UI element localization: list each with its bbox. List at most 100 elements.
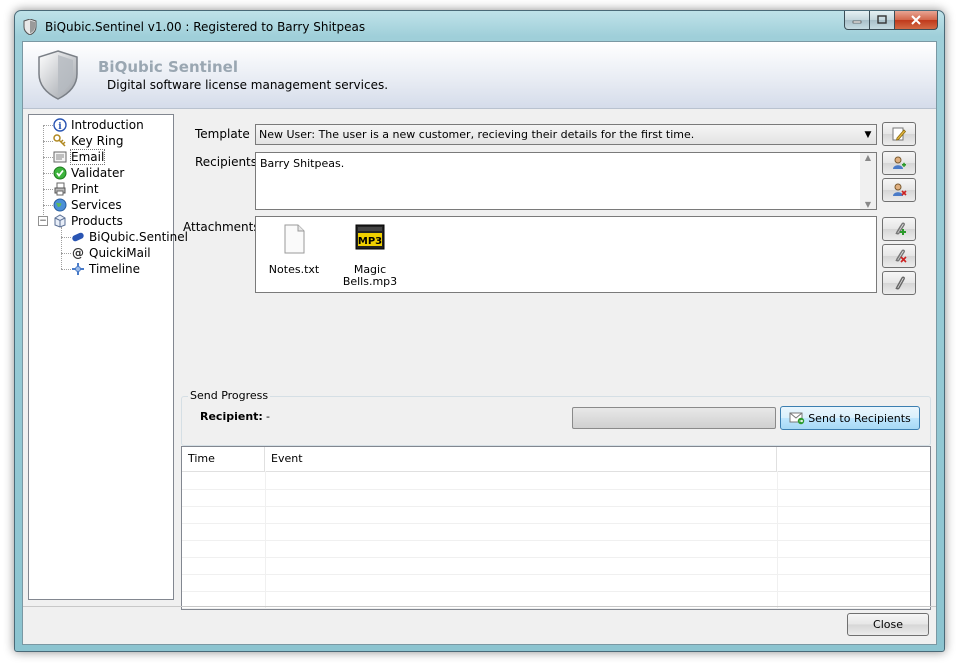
svg-text:i: i bbox=[58, 122, 62, 132]
open-attachment-button[interactable] bbox=[882, 271, 916, 295]
timeline-icon bbox=[70, 261, 86, 277]
remove-recipient-button[interactable] bbox=[882, 178, 916, 202]
tree-item-print[interactable]: Print bbox=[52, 181, 99, 197]
footer-divider bbox=[23, 606, 936, 607]
tree-item-label: Products bbox=[71, 214, 123, 228]
send-progress-bar bbox=[572, 407, 776, 429]
attachment-name: Magic Bells.mp3 bbox=[342, 263, 398, 288]
text-file-icon bbox=[284, 224, 305, 254]
table-row bbox=[182, 523, 930, 541]
tree-item-biqubic-sentinel[interactable]: BiQubic.Sentinel bbox=[70, 229, 188, 245]
tree-item-key-ring[interactable]: Key Ring bbox=[52, 133, 123, 149]
chevron-down-icon[interactable]: ▼ bbox=[860, 130, 876, 140]
send-to-recipients-button[interactable]: Send to Recipients bbox=[780, 406, 920, 430]
add-attachment-button[interactable] bbox=[882, 217, 916, 241]
banner-title: BiQubic Sentinel bbox=[98, 58, 238, 76]
minimize-icon bbox=[852, 20, 862, 24]
app-window: BiQubic.Sentinel v1.00 : Registered to B… bbox=[14, 10, 945, 652]
recipients-label: Recipients bbox=[195, 155, 258, 169]
tree-item-introduction[interactable]: i Introduction bbox=[52, 117, 144, 133]
tree-item-label: Email bbox=[69, 149, 106, 165]
edit-template-button[interactable] bbox=[882, 122, 916, 146]
add-attachment-icon bbox=[895, 222, 906, 235]
scroll-down-icon[interactable]: ▼ bbox=[865, 200, 871, 209]
template-dropdown[interactable]: New User: The user is a new customer, re… bbox=[255, 124, 877, 145]
remove-attachment-button[interactable] bbox=[882, 244, 916, 268]
send-progress-legend: Send Progress bbox=[188, 389, 271, 402]
tree-item-label: Print bbox=[71, 182, 99, 196]
recipient-value: - bbox=[266, 410, 270, 423]
mp3-file-icon: MP3 bbox=[355, 224, 385, 250]
template-label: Template bbox=[195, 127, 250, 141]
tree-item-label: Services bbox=[71, 198, 122, 212]
recipients-scrollbar[interactable]: ▲ ▼ bbox=[860, 153, 876, 209]
recipient-label: Recipient: bbox=[200, 410, 263, 423]
recipients-text: Barry Shitpeas. bbox=[260, 157, 345, 170]
client-area: BiQubic Sentinel Digital software licens… bbox=[22, 41, 937, 645]
close-icon bbox=[911, 15, 921, 25]
column-header-time[interactable]: Time bbox=[182, 447, 265, 471]
close-window-button[interactable] bbox=[895, 11, 938, 30]
tree-item-validater[interactable]: Validater bbox=[52, 165, 124, 181]
grid-header: Time Event bbox=[182, 447, 930, 472]
table-row bbox=[182, 472, 930, 490]
event-log-grid[interactable]: Time Event bbox=[181, 446, 931, 610]
globe-icon bbox=[52, 197, 68, 213]
table-row bbox=[182, 506, 930, 524]
send-progress-group: Send Progress Recipient: - Send to Recip… bbox=[181, 389, 931, 446]
maximize-icon bbox=[877, 15, 887, 24]
send-button-label: Send to Recipients bbox=[808, 411, 911, 425]
table-row bbox=[182, 574, 930, 592]
caption-buttons bbox=[844, 11, 938, 31]
add-recipient-button[interactable] bbox=[882, 151, 916, 175]
table-row bbox=[182, 489, 930, 507]
tree-connector bbox=[61, 227, 62, 269]
header-banner: BiQubic Sentinel Digital software licens… bbox=[23, 42, 936, 109]
attachments-box[interactable]: Notes.txt MP3 Magic Bells.mp3 bbox=[255, 216, 877, 293]
remove-user-icon bbox=[893, 183, 907, 196]
attachments-label: Attachments bbox=[183, 220, 260, 234]
tree-item-label: Timeline bbox=[89, 262, 141, 276]
paperclip-icon bbox=[895, 276, 905, 290]
recipients-box[interactable]: Barry Shitpeas. ▲ ▼ bbox=[255, 152, 877, 210]
attachment-item[interactable]: MP3 Magic Bells.mp3 bbox=[333, 221, 407, 288]
tree-item-label: Introduction bbox=[71, 118, 144, 132]
info-icon: i bbox=[52, 117, 68, 133]
attachment-name: Notes.txt bbox=[268, 263, 320, 276]
shield-app-icon bbox=[23, 19, 37, 35]
table-row bbox=[182, 540, 930, 558]
email-icon bbox=[52, 149, 68, 165]
tree-item-label: BiQubic.Sentinel bbox=[89, 230, 188, 244]
add-user-icon bbox=[893, 156, 906, 169]
products-expander[interactable]: − bbox=[38, 216, 48, 226]
title-bar[interactable]: BiQubic.Sentinel v1.00 : Registered to B… bbox=[15, 11, 944, 41]
svg-text:MP3: MP3 bbox=[358, 236, 382, 247]
at-icon: @ bbox=[72, 246, 84, 260]
minimize-button[interactable] bbox=[844, 11, 870, 30]
tree-item-products[interactable]: Products bbox=[52, 213, 123, 229]
close-button[interactable]: Close bbox=[847, 613, 929, 636]
maximize-button[interactable] bbox=[870, 11, 895, 30]
tree-item-label: Validater bbox=[71, 166, 125, 180]
tree-item-services[interactable]: Services bbox=[52, 197, 122, 213]
remove-attachment-icon bbox=[895, 249, 907, 263]
scroll-up-icon[interactable]: ▲ bbox=[865, 153, 871, 162]
tree-item-timeline[interactable]: Timeline bbox=[70, 261, 140, 277]
check-icon bbox=[52, 165, 68, 181]
column-header-event[interactable]: Event bbox=[265, 447, 777, 471]
pill-icon bbox=[70, 229, 86, 245]
send-mail-icon bbox=[789, 412, 805, 425]
tree-item-quickimail[interactable]: @ QuickiMail bbox=[70, 245, 151, 261]
printer-icon bbox=[52, 181, 68, 197]
tree-item-email[interactable]: Email bbox=[52, 149, 106, 165]
column-header-extra[interactable] bbox=[777, 447, 930, 471]
edit-document-icon bbox=[892, 127, 907, 141]
tree-item-label: Key Ring bbox=[71, 134, 124, 148]
attachment-item[interactable]: Notes.txt bbox=[259, 223, 329, 276]
keys-icon bbox=[52, 133, 68, 149]
table-row bbox=[182, 557, 930, 575]
navigation-tree[interactable]: − i Introduction Key Ring Email Validate… bbox=[28, 114, 188, 600]
tree-item-label: QuickiMail bbox=[89, 246, 151, 260]
box-icon bbox=[52, 213, 68, 229]
window-title: BiQubic.Sentinel v1.00 : Registered to B… bbox=[45, 20, 366, 34]
